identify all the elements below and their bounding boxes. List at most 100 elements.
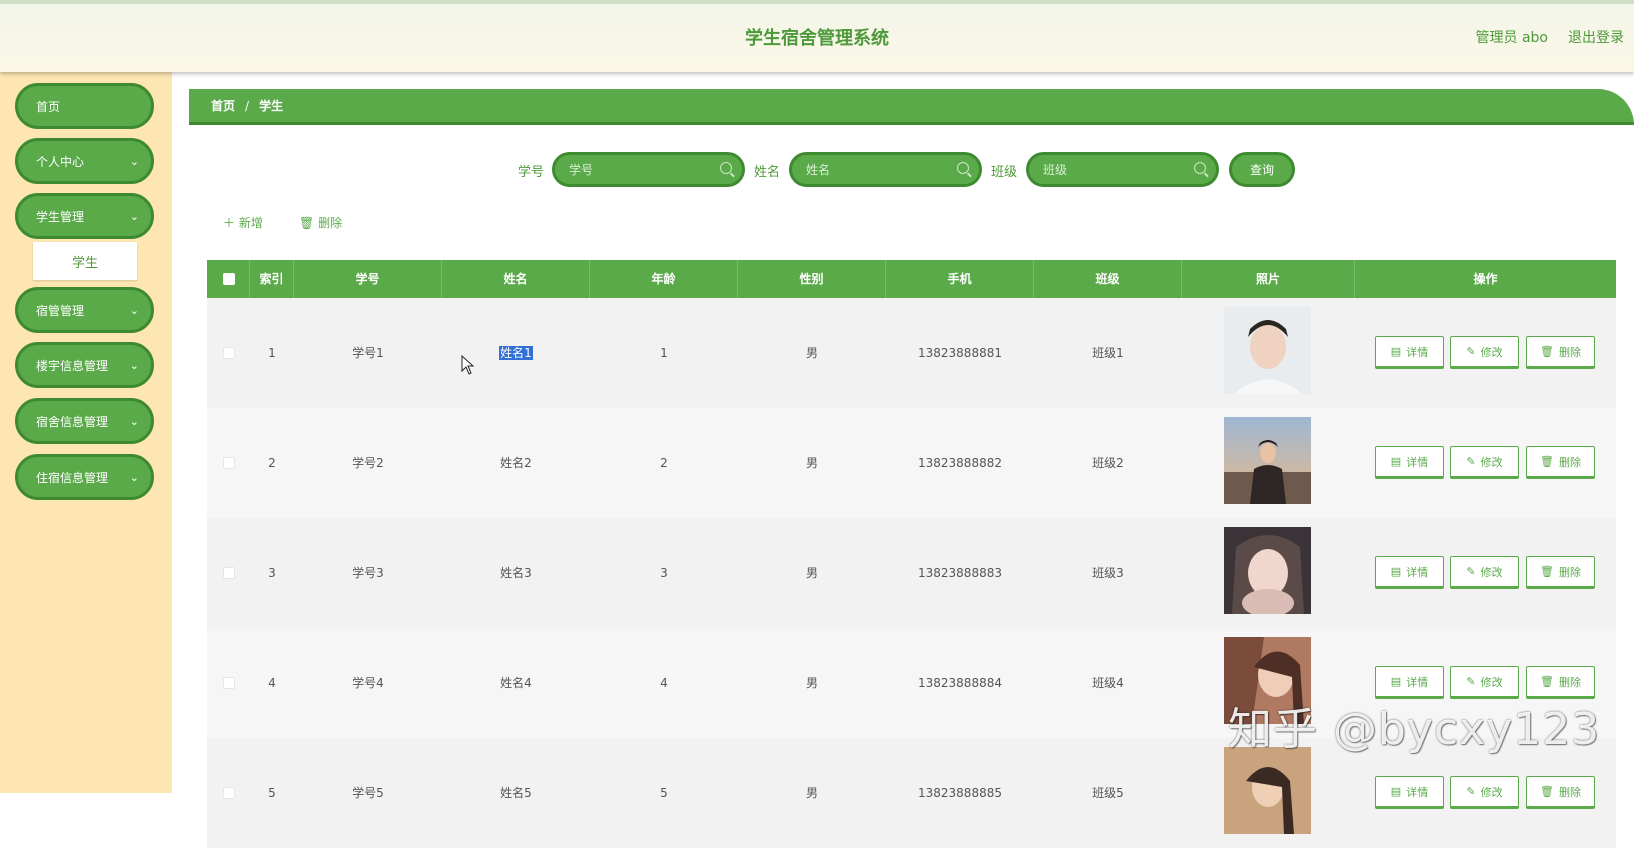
- breadcrumb-home[interactable]: 首页: [211, 97, 235, 114]
- delete-label: 删除: [1558, 345, 1581, 359]
- sidebar-item-label: 宿管管理: [36, 303, 85, 318]
- chevron-down-icon: ⌄: [129, 471, 139, 484]
- edit-button[interactable]: ✎ 修改: [1450, 336, 1519, 369]
- delete-button[interactable]: 🗑 删除: [1526, 446, 1595, 479]
- student-id-cell: 学号4: [352, 676, 384, 690]
- chevron-down-icon: ⌄: [129, 359, 139, 372]
- column-header: 学号: [294, 260, 442, 298]
- detail-button[interactable]: ▤ 详情: [1375, 446, 1444, 479]
- pencil-icon: ✎: [1466, 565, 1476, 578]
- gender-cell: 男: [805, 346, 818, 360]
- name-cell: 姓名1: [442, 298, 590, 408]
- document-icon: ▤: [1390, 455, 1402, 468]
- detail-button[interactable]: ▤ 详情: [1375, 556, 1444, 589]
- delete-button[interactable]: 🗑 删除: [1526, 556, 1595, 589]
- class-search[interactable]: [1026, 152, 1219, 187]
- table-row: 1 学号1 姓名1 1 男 13823888881 班级1 ▤ 详情 ✎ 修改 🗑 删…: [207, 298, 1616, 408]
- edit-label: 修改: [1480, 345, 1503, 359]
- student-photo: [1224, 527, 1311, 614]
- student-id-search[interactable]: [552, 152, 745, 187]
- edit-button[interactable]: ✎ 修改: [1450, 446, 1519, 479]
- name-cell: 姓名5: [500, 786, 532, 800]
- index-cell: 4: [268, 676, 276, 690]
- detail-button[interactable]: ▤ 详情: [1375, 336, 1444, 369]
- row-checkbox[interactable]: [223, 457, 235, 469]
- sidebar-item-label: 楼宇信息管理: [36, 358, 109, 373]
- select-all-checkbox[interactable]: [223, 273, 235, 285]
- delete-button-label: 删除: [318, 216, 343, 230]
- query-button[interactable]: 查询: [1229, 152, 1295, 187]
- search-icon: [957, 162, 969, 174]
- column-header: 年龄: [590, 260, 738, 298]
- trash-icon: 🗑: [1540, 455, 1554, 468]
- index-cell: 2: [268, 456, 276, 470]
- sidebar-item-label: 宿舍信息管理: [36, 414, 109, 429]
- add-button[interactable]: ＋ 新增: [223, 214, 263, 231]
- row-checkbox[interactable]: [223, 787, 235, 799]
- top-accent-line: [0, 0, 1634, 4]
- breadcrumb-current: 学生: [259, 99, 284, 113]
- age-cell: 3: [660, 566, 668, 580]
- trash-icon: 🗑: [1540, 345, 1554, 358]
- row-checkbox[interactable]: [223, 677, 235, 689]
- logout-link[interactable]: 退出登录: [1568, 27, 1624, 47]
- mouse-cursor-icon: [461, 355, 475, 375]
- document-icon: ▤: [1390, 345, 1402, 358]
- class-cell: 班级1: [1092, 346, 1124, 360]
- search-icon: [720, 162, 732, 174]
- student-photo: [1224, 747, 1311, 834]
- sidebar-item-label: 学生管理: [36, 209, 85, 224]
- detail-label: 详情: [1406, 785, 1429, 799]
- sidebar-item-student-management[interactable]: 学生管理 ⌄: [15, 193, 154, 239]
- pencil-icon: ✎: [1466, 785, 1476, 798]
- name-search[interactable]: [789, 152, 982, 187]
- name-input[interactable]: [806, 162, 946, 177]
- trash-icon: 🗑: [1540, 565, 1554, 578]
- sidebar-subitem-student[interactable]: 学生: [33, 242, 137, 280]
- row-checkbox[interactable]: [223, 347, 235, 359]
- delete-button[interactable]: 🗑 删除: [1526, 336, 1595, 369]
- detail-label: 详情: [1406, 565, 1429, 579]
- trash-icon: 🗑: [1540, 675, 1554, 688]
- breadcrumb: 首页 / 学生: [189, 89, 1634, 125]
- column-header: 手机: [886, 260, 1034, 298]
- gender-cell: 男: [805, 676, 818, 690]
- class-input[interactable]: [1043, 162, 1183, 177]
- sidebar: 首页 个人中心 ⌄ 学生管理 ⌄ 学生 宿管管理 ⌄ 楼宇信息管理 ⌄ 宿舍信息…: [0, 72, 172, 793]
- phone-cell: 13823888883: [918, 566, 1002, 580]
- edit-label: 修改: [1480, 675, 1503, 689]
- detail-label: 详情: [1406, 345, 1429, 359]
- edit-button[interactable]: ✎ 修改: [1450, 556, 1519, 589]
- class-label: 班级: [991, 165, 1018, 180]
- sidebar-item-dorm-admin[interactable]: 宿管管理 ⌄: [15, 287, 154, 333]
- chevron-down-icon: ⌄: [129, 304, 139, 317]
- sidebar-item-dormitory[interactable]: 宿舍信息管理 ⌄: [15, 398, 154, 444]
- delete-label: 删除: [1558, 565, 1581, 579]
- batch-delete-button[interactable]: 🗑 删除: [299, 214, 342, 231]
- sidebar-item-home[interactable]: 首页: [15, 83, 154, 129]
- name-cell: 姓名3: [500, 566, 532, 580]
- sidebar-item-label: 个人中心: [36, 154, 85, 169]
- sidebar-item-building[interactable]: 楼宇信息管理 ⌄: [15, 342, 154, 388]
- index-cell: 1: [268, 346, 276, 360]
- table-header: 索引 学号 姓名 年龄 性别 手机 班级 照片 操作: [207, 260, 1616, 298]
- class-cell: 班级3: [1092, 566, 1124, 580]
- delete-label: 删除: [1558, 785, 1581, 799]
- age-cell: 2: [660, 456, 668, 470]
- edit-label: 修改: [1480, 565, 1503, 579]
- trash-icon: 🗑: [1540, 785, 1554, 798]
- sidebar-item-accommodation[interactable]: 住宿信息管理 ⌄: [15, 454, 154, 500]
- pencil-icon: ✎: [1466, 455, 1476, 468]
- select-all-column: [207, 260, 250, 298]
- sidebar-item-profile[interactable]: 个人中心 ⌄: [15, 138, 154, 184]
- age-cell: 1: [660, 346, 668, 360]
- student-photo: [1224, 417, 1311, 504]
- breadcrumb-separator: /: [245, 98, 250, 113]
- edit-label: 修改: [1480, 785, 1503, 799]
- column-header: 照片: [1182, 260, 1355, 298]
- chevron-down-icon: ⌄: [129, 210, 139, 223]
- app-title: 学生宿舍管理系统: [745, 28, 889, 49]
- row-checkbox[interactable]: [223, 567, 235, 579]
- student-id-input[interactable]: [569, 162, 709, 177]
- class-cell: 班级2: [1092, 456, 1124, 470]
